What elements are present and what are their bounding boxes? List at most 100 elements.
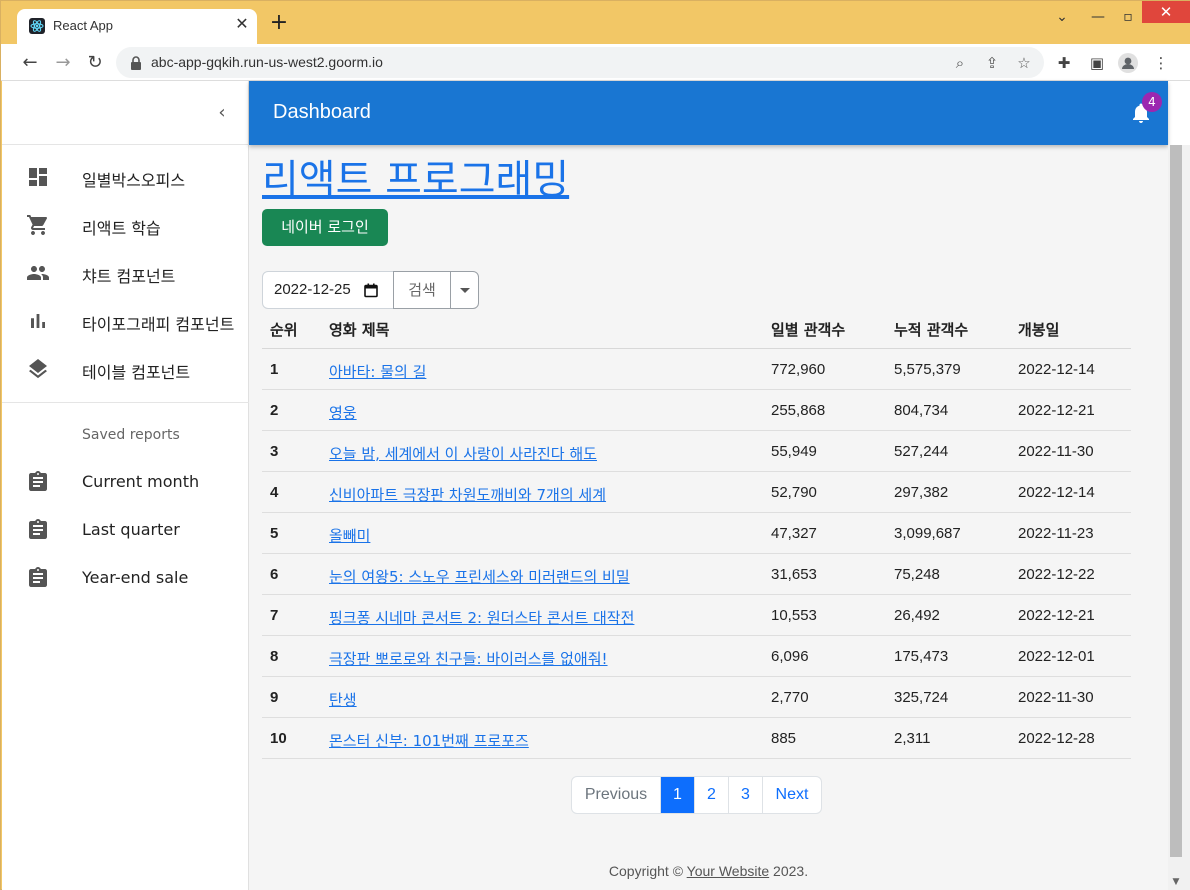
tab-title: React App (53, 18, 113, 33)
movie-title-link[interactable]: 신비아파트 극장판 차원도깨비와 7개의 세계 (329, 484, 606, 505)
column-header-release: 개봉일 (1018, 321, 1060, 339)
browser-tab[interactable]: React App ✕ (17, 9, 257, 44)
scrollbar-thumb[interactable] (1170, 145, 1182, 857)
table-row: 3 오늘 밤, 세계에서 이 사랑이 사라진다 해도 55,949 527,244 20… (262, 431, 1131, 472)
address-bar[interactable]: abc-app-gqkih.run-us-west2.goorm.io ⌕ ⇪ … (116, 47, 1044, 78)
share-icon[interactable]: ⇪ (982, 53, 1002, 73)
sidebar-item-typography-component[interactable]: 타이포그래피 컴포넌트 (2, 297, 249, 345)
chevron-left-icon[interactable]: ‹ (212, 103, 232, 123)
pagination-page-3[interactable]: 3 (729, 777, 763, 813)
movie-title-link[interactable]: 핑크퐁 시네마 콘서트 2: 원더스타 콘서트 대작전 (329, 607, 634, 628)
extensions-puzzle-icon[interactable]: ✚ (1054, 53, 1074, 73)
cell-daily-audience: 772,960 (771, 361, 826, 378)
search-button[interactable]: 검색 (393, 271, 451, 309)
table-row: 2 영웅 255,868 804,734 2022-12-21 (262, 390, 1131, 431)
pagination-page-2[interactable]: 2 (695, 777, 729, 813)
pagination-next[interactable]: Next (763, 777, 821, 813)
url-text: abc-app-gqkih.run-us-west2.goorm.io (151, 54, 383, 70)
movie-title-link[interactable]: 아바타: 물의 길 (329, 361, 426, 382)
bookmark-star-icon[interactable]: ☆ (1014, 53, 1034, 73)
movie-title-link[interactable]: 오늘 밤, 세계에서 이 사랑이 사라진다 해도 (329, 443, 597, 464)
table-row: 6 눈의 여왕5: 스노우 프린세스와 미러랜드의 비밀 31,653 75,248 2… (262, 554, 1131, 595)
search-dropdown-toggle[interactable] (450, 271, 479, 309)
page-heading-link[interactable]: 리액트 프로그래밍 (262, 147, 569, 205)
dashboard-icon (26, 165, 50, 189)
minimize-icon[interactable]: — (1083, 7, 1113, 27)
cell-release-date: 2022-12-14 (1018, 361, 1095, 378)
tab-close-icon[interactable]: ✕ (233, 15, 251, 33)
movie-title-link[interactable]: 극장판 뽀로로와 친구들: 바이러스를 없애줘! (329, 648, 608, 669)
cell-daily-audience: 55,949 (771, 443, 817, 460)
footer-suffix: 2023. (769, 863, 809, 879)
movie-title-link[interactable]: 영웅 (329, 402, 357, 423)
sidebar-item-react-learning[interactable]: 리액트 학습 (2, 201, 249, 249)
zoom-search-icon[interactable]: ⌕ (950, 53, 970, 73)
cell-total-audience: 527,244 (894, 443, 949, 460)
browser-menu-icon[interactable]: ⋮ (1151, 53, 1171, 73)
sidebar-item-label: 타이포그래피 컴포넌트 (82, 315, 235, 334)
cell-total-audience: 5,575,379 (894, 361, 961, 378)
sidebar-divider (2, 144, 249, 145)
caret-down-icon (460, 288, 470, 293)
back-arrow-icon[interactable]: ← (19, 52, 41, 74)
sidebar-item-current-month[interactable]: Current month (2, 458, 249, 506)
movie-title-link[interactable]: 몬스터 신부: 101번째 프로포즈 (329, 730, 529, 751)
browser-toolbar: ← → ↻ abc-app-gqkih.run-us-west2.goorm.i… (1, 44, 1190, 81)
profile-avatar-icon[interactable] (1118, 53, 1138, 73)
pagination: Previous 1 2 3 Next (571, 776, 822, 814)
main-content: 리액트 프로그래밍 네이버 로그인 2022-12-25 검색 순위 영화 제목… (249, 145, 1168, 890)
cell-rank: 3 (270, 443, 279, 460)
column-header-rank: 순위 (270, 321, 298, 339)
column-header-daily: 일별 관객수 (771, 321, 846, 339)
table-row: 8 극장판 뽀로로와 친구들: 바이러스를 없애줘! 6,096 175,473 202… (262, 636, 1131, 677)
sidebar-item-chart-component[interactable]: 챠트 컴포넌트 (2, 249, 249, 297)
app-bar-title: Dashboard (273, 101, 371, 123)
cell-daily-audience: 6,096 (771, 648, 809, 665)
column-header-total: 누적 관객수 (894, 321, 969, 339)
new-tab-icon[interactable]: + (269, 12, 289, 34)
shopping-cart-icon (26, 213, 50, 237)
pagination-previous[interactable]: Previous (572, 777, 661, 813)
window-close-icon[interactable]: ✕ (1142, 1, 1190, 23)
sidebar-item-table-component[interactable]: 테이블 컴포넌트 (2, 345, 249, 393)
browser-window: React App ✕ + ⌄ — ▫ ✕ ← → ↻ abc-app-gqki… (0, 0, 1190, 890)
table-row: 1 아바타: 물의 길 772,960 5,575,379 2022-12-14 (262, 349, 1131, 390)
cell-rank: 9 (270, 689, 279, 706)
table-body: 1 아바타: 물의 길 772,960 5,575,379 2022-12-14 2 영웅 2… (262, 349, 1131, 759)
pagination-page-1[interactable]: 1 (661, 777, 695, 813)
forward-arrow-icon[interactable]: → (52, 52, 74, 74)
react-logo-icon (29, 18, 45, 34)
tab-search-chevron-icon[interactable]: ⌄ (1047, 7, 1077, 27)
assignment-icon (26, 566, 50, 590)
movie-title-link[interactable]: 올빼미 (329, 525, 370, 546)
scroll-down-arrow-icon[interactable]: ▼ (1170, 877, 1182, 889)
table-row: 9 탄생 2,770 325,724 2022-11-30 (262, 677, 1131, 718)
lock-icon (130, 55, 142, 74)
movie-title-link[interactable]: 눈의 여왕5: 스노우 프린세스와 미러랜드의 비밀 (329, 566, 630, 587)
cell-daily-audience: 2,770 (771, 689, 809, 706)
table-row: 7 핑크퐁 시네마 콘서트 2: 원더스타 콘서트 대작전 10,553 26,492… (262, 595, 1131, 636)
cell-release-date: 2022-12-28 (1018, 730, 1095, 747)
sidebar-item-last-quarter[interactable]: Last quarter (2, 506, 249, 554)
date-input[interactable]: 2022-12-25 (262, 271, 394, 309)
app-bar: Dashboard 4 (249, 81, 1168, 145)
boxoffice-table: 순위 영화 제목 일별 관객수 누적 관객수 개봉일 1 아바타: 물의 길 772… (262, 309, 1131, 759)
cell-rank: 4 (270, 484, 279, 501)
maximize-icon[interactable]: ▫ (1113, 7, 1143, 27)
cell-daily-audience: 52,790 (771, 484, 817, 501)
movie-title-link[interactable]: 탄생 (329, 689, 357, 710)
sidebar-divider (2, 402, 249, 403)
naver-login-button[interactable]: 네이버 로그인 (262, 209, 388, 246)
cell-total-audience: 175,473 (894, 648, 949, 665)
calendar-icon[interactable] (364, 283, 378, 302)
sidebar-item-daily-boxoffice[interactable]: 일별박스오피스 (2, 153, 249, 201)
footer-website-link[interactable]: Your Website (687, 863, 770, 879)
cell-daily-audience: 885 (771, 730, 797, 747)
footer-prefix: Copyright © (608, 863, 687, 879)
sidebar-item-year-end-sale[interactable]: Year-end sale (2, 554, 249, 602)
cell-release-date: 2022-11-23 (1018, 525, 1094, 542)
date-value: 2022-12-25 (274, 281, 351, 298)
side-panel-icon[interactable]: ▣ (1087, 53, 1107, 73)
footer-copyright: Copyright © Your Website 2023. (249, 863, 1168, 879)
reload-icon[interactable]: ↻ (84, 52, 106, 74)
